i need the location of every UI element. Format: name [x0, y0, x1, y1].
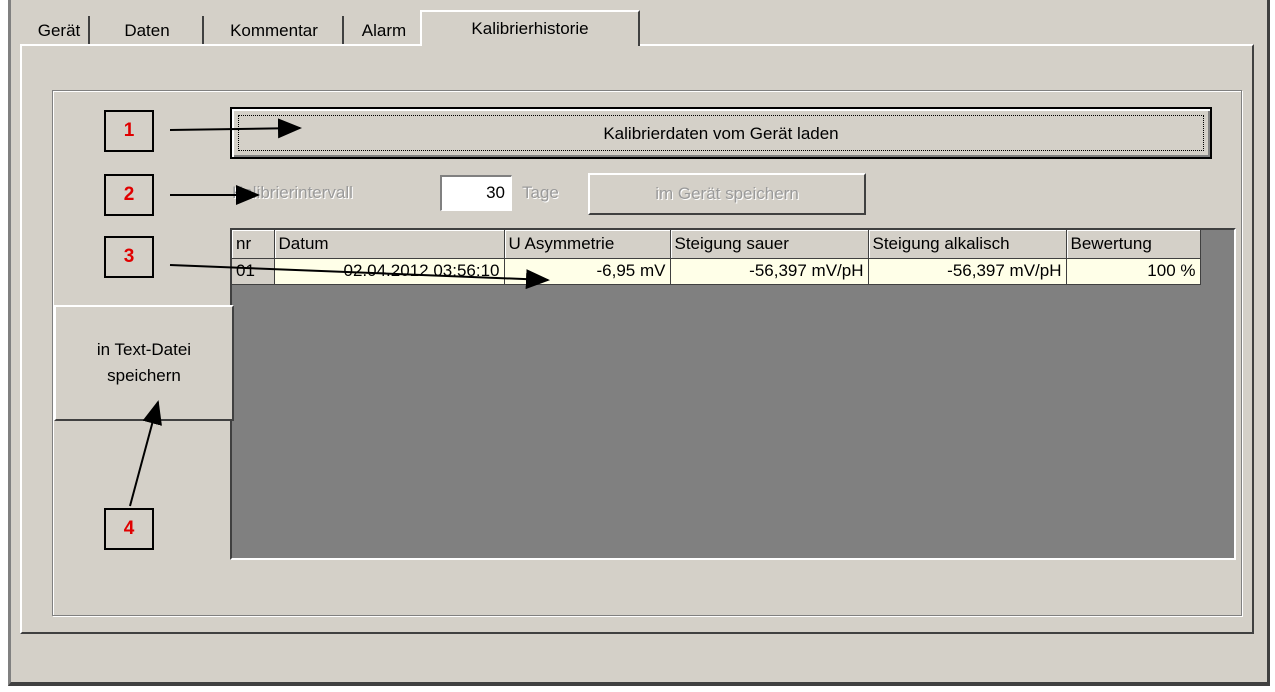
table-row[interactable]: 01 02.04.2012 03:56:10 -6,95 mV -56,397 …	[232, 258, 1201, 285]
callout-2: 2	[104, 174, 154, 216]
cell-steigung-alkalisch[interactable]: -56,397 mV/pH	[868, 258, 1067, 285]
store-in-device-button[interactable]: im Gerät speichern	[588, 173, 866, 215]
interval-input[interactable]: 30	[440, 175, 512, 211]
col-header-u-asymmetrie[interactable]: U Asymmetrie	[504, 230, 671, 259]
tab-geraet[interactable]: Gerät	[30, 16, 90, 46]
calibration-table[interactable]: nr Datum U Asymmetrie Steigung sauer Ste…	[230, 228, 1236, 560]
col-header-bewertung[interactable]: Bewertung	[1066, 230, 1201, 259]
cell-bewertung[interactable]: 100 %	[1066, 258, 1201, 285]
cell-datum[interactable]: 02.04.2012 03:56:10	[274, 258, 505, 285]
save-text-file-button[interactable]: in Text-Datei speichern	[54, 305, 234, 421]
col-header-datum[interactable]: Datum	[274, 230, 505, 259]
cell-steigung-sauer[interactable]: -56,397 mV/pH	[670, 258, 869, 285]
tab-daten[interactable]: Daten	[92, 16, 204, 46]
load-calibration-button[interactable]: Kalibrierdaten vom Gerät laden	[230, 107, 1212, 159]
col-header-steigung-sauer[interactable]: Steigung sauer	[670, 230, 869, 259]
callout-4: 4	[104, 508, 154, 550]
tab-alarm[interactable]: Alarm	[348, 16, 420, 46]
callout-1: 1	[104, 110, 154, 152]
save-text-file-label-line2: speichern	[107, 366, 181, 385]
tab-kalibrierhistorie[interactable]: Kalibrierhistorie	[420, 10, 640, 46]
col-header-nr[interactable]: nr	[232, 230, 275, 259]
tab-kommentar[interactable]: Kommentar	[206, 16, 344, 46]
col-header-steigung-alkalisch[interactable]: Steigung alkalisch	[868, 230, 1067, 259]
interval-unit: Tage	[522, 183, 559, 202]
cell-nr[interactable]: 01	[232, 258, 275, 285]
callout-3: 3	[104, 236, 154, 278]
load-calibration-label: Kalibrierdaten vom Gerät laden	[238, 115, 1204, 151]
save-text-file-label-line1: in Text-Datei	[96, 340, 192, 359]
cell-u-asymmetrie[interactable]: -6,95 mV	[504, 258, 671, 285]
interval-label: Kalibrierintervall	[232, 183, 353, 202]
